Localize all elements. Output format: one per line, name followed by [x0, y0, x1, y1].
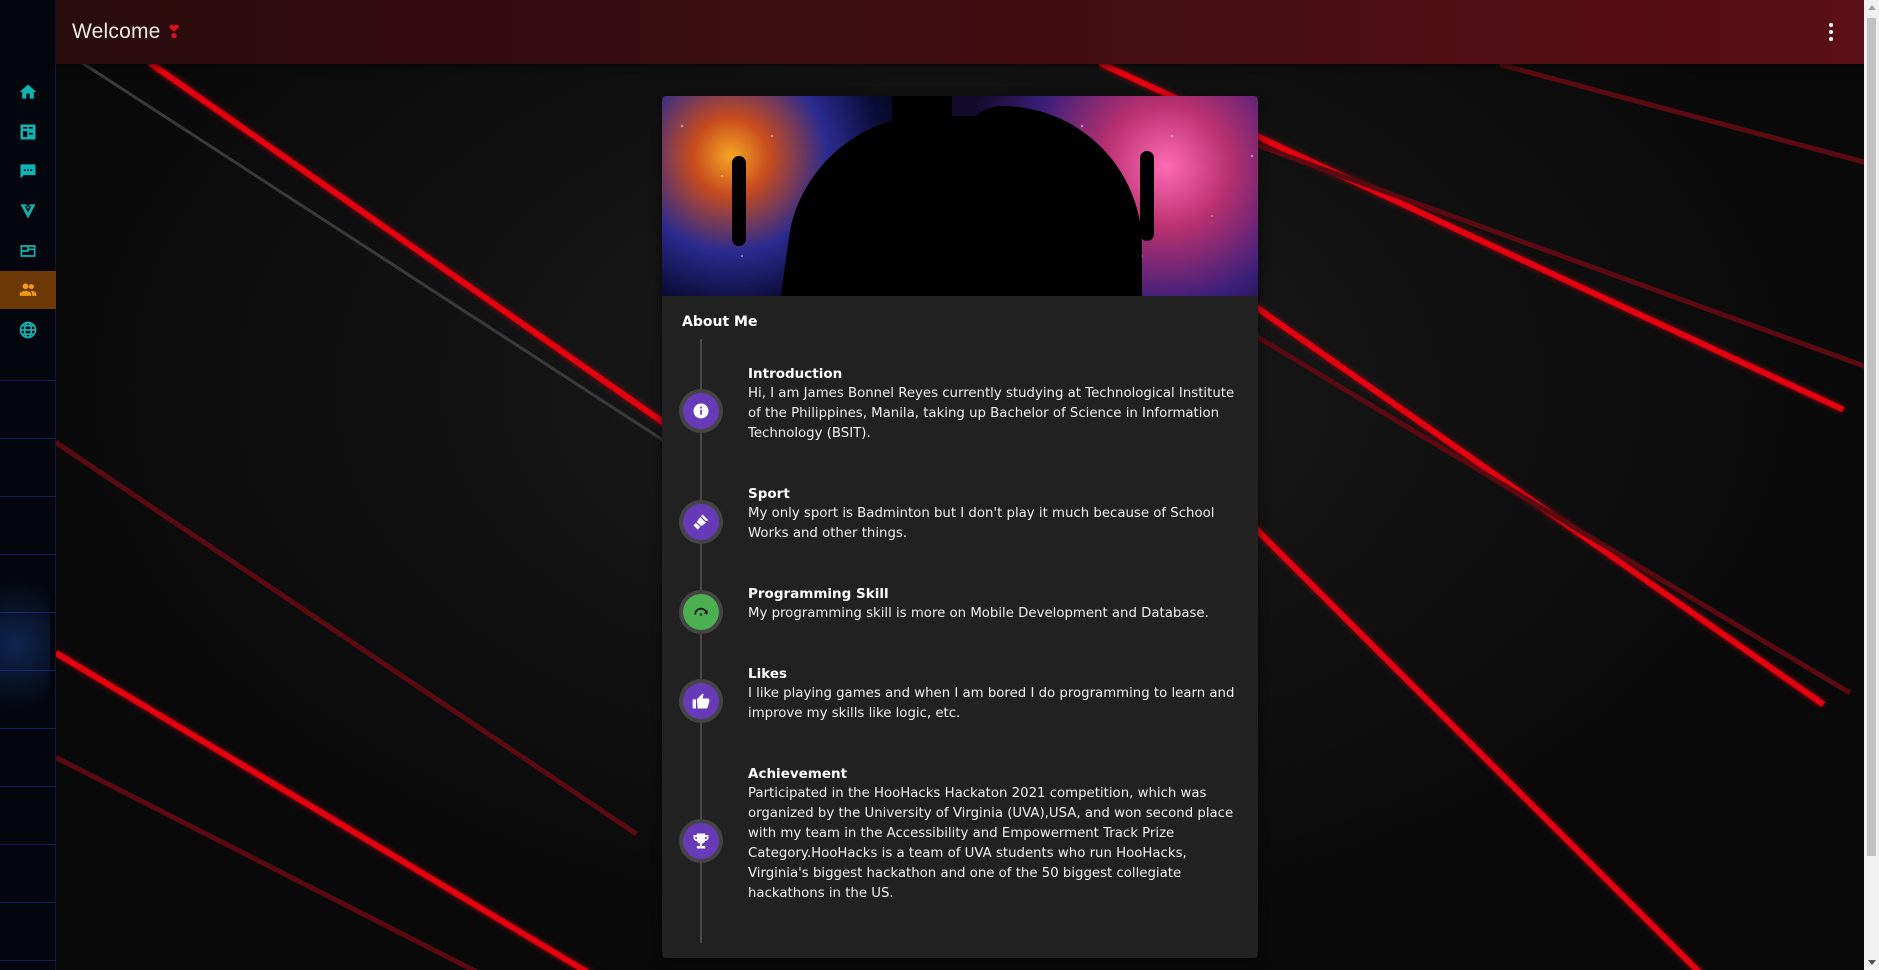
- timeline-dot: [679, 679, 723, 723]
- bg-streak: [1499, 62, 1879, 171]
- thumb-up-icon: [692, 693, 710, 709]
- account-group-icon: [19, 283, 37, 296]
- timeline-dot: [679, 590, 723, 634]
- timeline-heading: Programming Skill: [748, 586, 889, 602]
- timeline-content-achievement: Achievement Participated in the HooHacks…: [748, 764, 1238, 904]
- timeline-heading: Sport: [748, 486, 790, 502]
- card-hero-image: [662, 96, 1258, 296]
- pointing-finger-right: [1140, 151, 1154, 241]
- nav-item-account-group[interactable]: [0, 271, 56, 309]
- bg-streak: [54, 755, 521, 970]
- timeline-heading: Introduction: [748, 366, 843, 382]
- bg-streak: [1249, 140, 1879, 385]
- badminton-icon: [693, 514, 709, 530]
- web-icon: [19, 321, 37, 339]
- trophy-icon: [693, 833, 709, 849]
- timeline-content-programming-skill: Programming Skill My programming skill i…: [748, 584, 1238, 624]
- bg-streak: [1247, 520, 1712, 970]
- vuetify-icon: [20, 204, 36, 219]
- timeline-dot: [679, 389, 723, 433]
- home-icon: [19, 84, 37, 99]
- timeline-content-sport: Sport My only sport is Badminton but I d…: [748, 484, 1238, 544]
- nav-item-vuetify[interactable]: [0, 192, 56, 230]
- navigation-rail: [0, 0, 56, 970]
- app-bar: Welcome ❣: [56, 0, 1879, 64]
- timeline-content-introduction: Introduction Hi, I am James Bonnel Reyes…: [748, 364, 1238, 444]
- timeline-heading: Achievement: [748, 766, 848, 782]
- section-title: About Me: [682, 314, 758, 330]
- timeline-content-likes: Likes I like playing games and when I am…: [748, 664, 1238, 724]
- about-me-card: About Me Introduction Hi, I am James Bon…: [662, 96, 1258, 958]
- more-menu-button[interactable]: [1819, 20, 1843, 44]
- bg-streak: [54, 440, 638, 837]
- nav-item-chat[interactable]: [0, 152, 56, 190]
- rotate-arrow-icon: [694, 607, 708, 616]
- chat-icon: [20, 164, 36, 179]
- timeline-text: My only sport is Badminton but I don't p…: [748, 506, 1215, 541]
- bg-streak: [54, 650, 607, 970]
- timeline-dot: [679, 819, 723, 863]
- nav-item-web[interactable]: [0, 311, 56, 349]
- timeline-text: Hi, I am James Bonnel Reyes currently st…: [748, 386, 1235, 441]
- nav-item-newspaper[interactable]: [0, 232, 56, 270]
- bg-streak: [148, 60, 726, 467]
- timeline-heading: Likes: [748, 666, 788, 682]
- timeline-text: I like playing games and when I am bored…: [748, 686, 1235, 721]
- scroll-down-arrow-icon[interactable]: [1868, 960, 1876, 965]
- nav-item-home[interactable]: [0, 73, 56, 111]
- nav-item-calculator[interactable]: [0, 113, 56, 151]
- heart-icon: ❣: [166, 21, 182, 43]
- calculator-icon: [20, 124, 36, 140]
- app-bar-title: Welcome: [72, 20, 161, 43]
- scroll-up-arrow-icon[interactable]: [1868, 5, 1876, 10]
- dots-vertical-icon: [1829, 23, 1833, 27]
- timeline-text: My programming skill is more on Mobile D…: [748, 606, 1209, 621]
- bg-streak: [1248, 330, 1852, 696]
- page-scrollbar[interactable]: [1864, 0, 1879, 970]
- app-root: Welcome ❣ About Me Introduction Hi, I am…: [0, 0, 1879, 970]
- newspaper-icon: [20, 245, 36, 257]
- scrollbar-thumb[interactable]: [1867, 18, 1876, 856]
- timeline-dot: [679, 500, 723, 544]
- information-icon: [693, 403, 709, 419]
- timeline-text: Participated in the HooHacks Hackaton 20…: [748, 786, 1234, 901]
- pointing-finger-left: [732, 156, 746, 246]
- rail-glow-decoration: [0, 560, 50, 730]
